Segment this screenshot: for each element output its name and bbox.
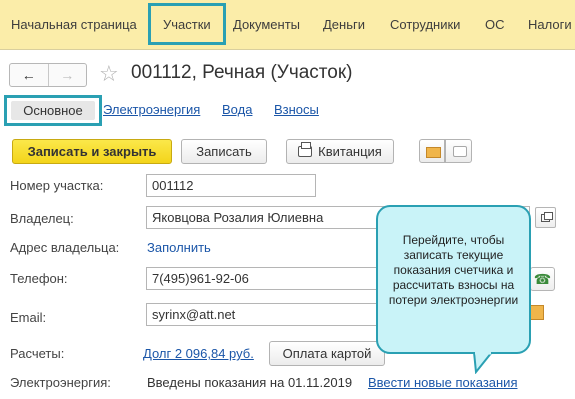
plot-number-field[interactable]: 001112	[146, 174, 316, 197]
envelope-icon[interactable]	[530, 305, 544, 320]
owner-address-label: Адрес владельца:	[10, 240, 120, 255]
envelope-icon[interactable]	[419, 139, 445, 163]
page-title: 001112, Речная (Участок)	[131, 62, 353, 83]
tab-water[interactable]: Вода	[222, 102, 252, 117]
arrow-right-icon[interactable]: →	[49, 64, 87, 86]
pay-by-card-button[interactable]: Оплата картой	[269, 341, 385, 366]
receipt-button-label: Квитанция	[318, 144, 382, 159]
nav-money[interactable]: Деньги	[323, 17, 365, 32]
active-nav-highlight	[148, 3, 226, 45]
tab-fees[interactable]: Взносы	[274, 102, 319, 117]
printer-icon	[298, 142, 313, 157]
tab-main-highlight: Основное	[4, 95, 102, 126]
tab-electricity[interactable]: Электроэнергия	[103, 102, 200, 117]
nav-documents[interactable]: Документы	[233, 17, 300, 32]
speech-bubble-icon[interactable]	[445, 139, 472, 163]
electricity-status: Введены показания на 01.11.2019	[147, 375, 353, 390]
nav-taxes[interactable]: Налоги	[528, 17, 572, 32]
hint-tooltip: Перейдите, чтобы записать текущие показа…	[376, 205, 531, 354]
save-and-close-button[interactable]: Записать и закрыть	[12, 139, 172, 164]
open-owner-icon[interactable]	[535, 207, 556, 228]
debt-link[interactable]: Долг 2 096,84 руб.	[143, 346, 254, 361]
hint-tooltip-text: Перейдите, чтобы записать текущие показа…	[388, 233, 519, 307]
email-label: Email:	[10, 310, 47, 325]
phone-label: Телефон:	[10, 271, 68, 286]
receipt-button[interactable]: Квитанция	[286, 139, 394, 164]
nav-employees[interactable]: Сотрудники	[390, 17, 460, 32]
tooltip-tail	[472, 352, 494, 374]
electricity-label: Электроэнергия:	[10, 375, 111, 390]
owner-label: Владелец:	[10, 211, 74, 226]
enter-readings-link[interactable]: Ввести новые показания	[368, 375, 518, 390]
save-button[interactable]: Записать	[181, 139, 267, 164]
nav-fixed-assets[interactable]: ОС	[485, 17, 505, 32]
fill-address-link[interactable]: Заполнить	[147, 240, 211, 255]
nav-home[interactable]: Начальная страница	[11, 17, 137, 32]
payments-label: Расчеты:	[10, 346, 65, 361]
top-navigation: Начальная страница Участки Документы Ден…	[0, 0, 575, 49]
arrow-left-icon[interactable]: ←	[10, 64, 49, 86]
plot-number-label: Номер участка:	[10, 178, 104, 193]
tab-main[interactable]: Основное	[11, 101, 95, 120]
phone-icon[interactable]: ☎	[530, 267, 555, 291]
nav-divider	[0, 49, 575, 50]
history-navigation: ← →	[9, 63, 87, 87]
star-icon[interactable]: ☆	[99, 61, 119, 87]
